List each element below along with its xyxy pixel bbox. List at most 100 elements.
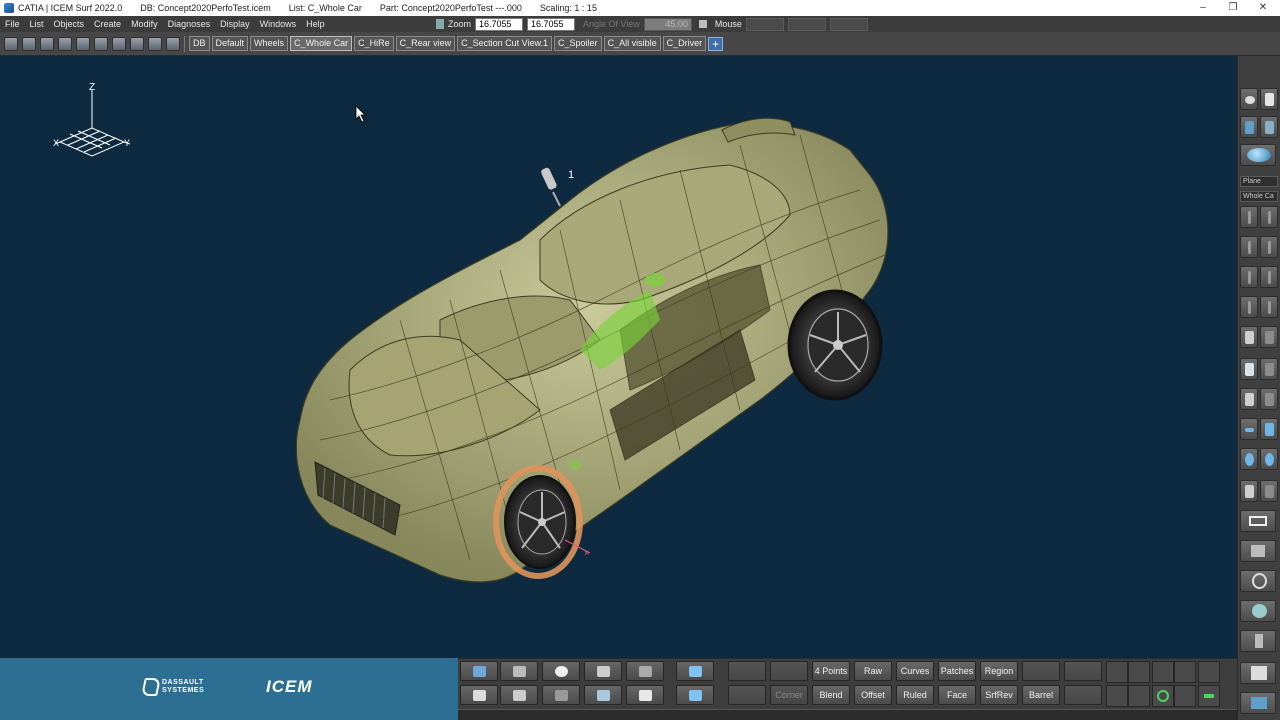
view-tab-hire[interactable]: C_HiRe — [354, 36, 394, 51]
lens-tool-button[interactable] — [1240, 448, 1258, 470]
view-tab-rear-view[interactable]: C_Rear view — [395, 36, 456, 51]
split-icon[interactable] — [500, 685, 538, 705]
shade-tool-button[interactable] — [1260, 88, 1278, 110]
axis-y-button[interactable] — [1240, 236, 1258, 258]
box-alt-button[interactable] — [1260, 358, 1278, 380]
snowflake-icon[interactable] — [676, 661, 714, 681]
sphere-tool-button[interactable] — [1240, 144, 1276, 166]
grid-tool-button[interactable] — [1240, 480, 1258, 502]
globe-tool-button[interactable] — [1240, 570, 1276, 592]
rear-wheel[interactable] — [787, 289, 883, 401]
robot-view-button[interactable] — [1240, 326, 1258, 348]
plane-select[interactable]: Plane — [1240, 176, 1278, 187]
axis-x-button[interactable] — [1260, 206, 1278, 228]
mouse-field-2[interactable] — [787, 17, 826, 31]
green-points-icon[interactable] — [1198, 685, 1220, 707]
line-tool-icon[interactable] — [1128, 661, 1150, 683]
cmd-barrel[interactable]: Barrel — [1022, 685, 1060, 705]
drop-tool-button[interactable] — [1260, 448, 1278, 470]
move-tool-button[interactable] — [1240, 630, 1276, 652]
menu-diagnoses[interactable]: Diagnoses — [163, 19, 216, 29]
eye-tool-button[interactable] — [1240, 88, 1258, 110]
zoom-field-2[interactable]: 16.7055 — [527, 17, 576, 31]
camera-icon[interactable] — [698, 20, 707, 28]
figure-alt-button[interactable] — [1260, 388, 1278, 410]
cmd-curves[interactable]: Curves — [896, 661, 934, 681]
view-tab-db[interactable]: DB — [189, 36, 210, 51]
menu-file[interactable]: File — [0, 19, 25, 29]
menu-modify[interactable]: Modify — [126, 19, 163, 29]
eye-icon[interactable] — [542, 661, 580, 681]
menu-objects[interactable]: Objects — [49, 19, 90, 29]
cmd-blend[interactable]: Blend — [812, 685, 850, 705]
camera-tool-button[interactable] — [1240, 600, 1276, 622]
dotted-curve-icon[interactable] — [1198, 661, 1220, 683]
folder-tool-button[interactable] — [1240, 692, 1276, 714]
angle-of-view-field[interactable]: 45.00 — [643, 17, 692, 31]
view-tab-spoiler[interactable]: C_Spoiler — [554, 36, 602, 51]
branch-tool-icon[interactable] — [1128, 685, 1150, 707]
clip-tool-button[interactable] — [1240, 662, 1276, 684]
axis-z-view-button[interactable] — [1240, 296, 1258, 318]
tree-icon[interactable] — [584, 661, 622, 681]
cmd-region[interactable]: Region — [980, 661, 1018, 681]
axis-z-button[interactable] — [1240, 206, 1258, 228]
undo-icon[interactable] — [148, 36, 162, 51]
constraint-icon[interactable] — [500, 661, 538, 681]
cmd-offset[interactable]: Offset — [854, 685, 892, 705]
light-tool-button[interactable] — [1260, 116, 1278, 138]
print-icon[interactable] — [76, 36, 90, 51]
cmd-corner[interactable]: Corner — [770, 685, 808, 705]
eraser-icon[interactable] — [584, 685, 622, 705]
axis-neg-button[interactable] — [1260, 296, 1278, 318]
cmd-raw[interactable]: Raw — [854, 661, 892, 681]
frame-tool-button[interactable] — [1240, 510, 1276, 532]
render-tool-button[interactable] — [1240, 540, 1276, 562]
save-icon[interactable] — [40, 36, 54, 51]
cmd-ruled[interactable]: Ruled — [896, 685, 934, 705]
menu-windows[interactable]: Windows — [255, 19, 302, 29]
shape-icon[interactable] — [542, 685, 580, 705]
whole-car-select[interactable]: Whole Ca — [1240, 191, 1278, 202]
menu-help[interactable]: Help — [301, 19, 330, 29]
view-tab-driver[interactable]: C_Driver — [662, 36, 707, 51]
offset-curve-icon[interactable] — [1174, 685, 1196, 707]
zoom-field-1[interactable]: 16.7055 — [475, 17, 524, 31]
3d-viewport[interactable]: Z X Y 1 × — [0, 56, 1236, 658]
view-tab-default[interactable]: Default — [211, 36, 249, 51]
cube-tool-button[interactable] — [1240, 116, 1258, 138]
view-tab-wheels[interactable]: Wheels — [250, 36, 289, 51]
diamond-tool-icon[interactable] — [1106, 685, 1128, 707]
save-as-icon[interactable] — [58, 36, 72, 51]
axis-xy-button[interactable] — [1240, 266, 1258, 288]
restore-button[interactable]: ❐ — [1218, 0, 1248, 16]
minimize-button[interactable]: – — [1188, 0, 1218, 16]
arc-tool-icon[interactable] — [1152, 661, 1174, 683]
minus-zoom-button[interactable] — [1240, 418, 1258, 440]
view-tab-all-visible[interactable]: C_All visible — [603, 36, 661, 51]
menu-display[interactable]: Display — [215, 19, 255, 29]
curve-points-icon[interactable] — [460, 661, 498, 681]
redo-icon[interactable] — [166, 36, 180, 51]
figure-view-button[interactable] — [1240, 388, 1258, 410]
menu-list[interactable]: List — [25, 19, 49, 29]
folder-icon[interactable] — [460, 685, 498, 705]
mouse-field-1[interactable] — [745, 17, 784, 31]
cmd-patches[interactable]: Patches — [938, 661, 976, 681]
green-circle-icon[interactable] — [1152, 685, 1174, 707]
plus-zoom-button[interactable] — [1260, 418, 1278, 440]
cmd-4-points[interactable]: 4 Points — [812, 661, 850, 681]
copy-icon[interactable] — [112, 36, 126, 51]
reset-view-button[interactable] — [1260, 326, 1278, 348]
grid-icon[interactable] — [626, 685, 664, 705]
image-icon[interactable] — [626, 661, 664, 681]
add-view-button[interactable]: + — [708, 36, 724, 51]
cut-icon[interactable] — [94, 36, 108, 51]
box-view-button[interactable] — [1240, 358, 1258, 380]
open-file-icon[interactable] — [22, 36, 36, 51]
snap-tool-icon[interactable] — [1106, 661, 1128, 683]
view-tab-whole-car[interactable]: C_Whole Car — [290, 36, 353, 51]
grid-alt-button[interactable] — [1260, 480, 1278, 502]
curve-tool-icon[interactable] — [1174, 661, 1196, 683]
horizontal-scrollbar[interactable] — [458, 709, 1237, 720]
